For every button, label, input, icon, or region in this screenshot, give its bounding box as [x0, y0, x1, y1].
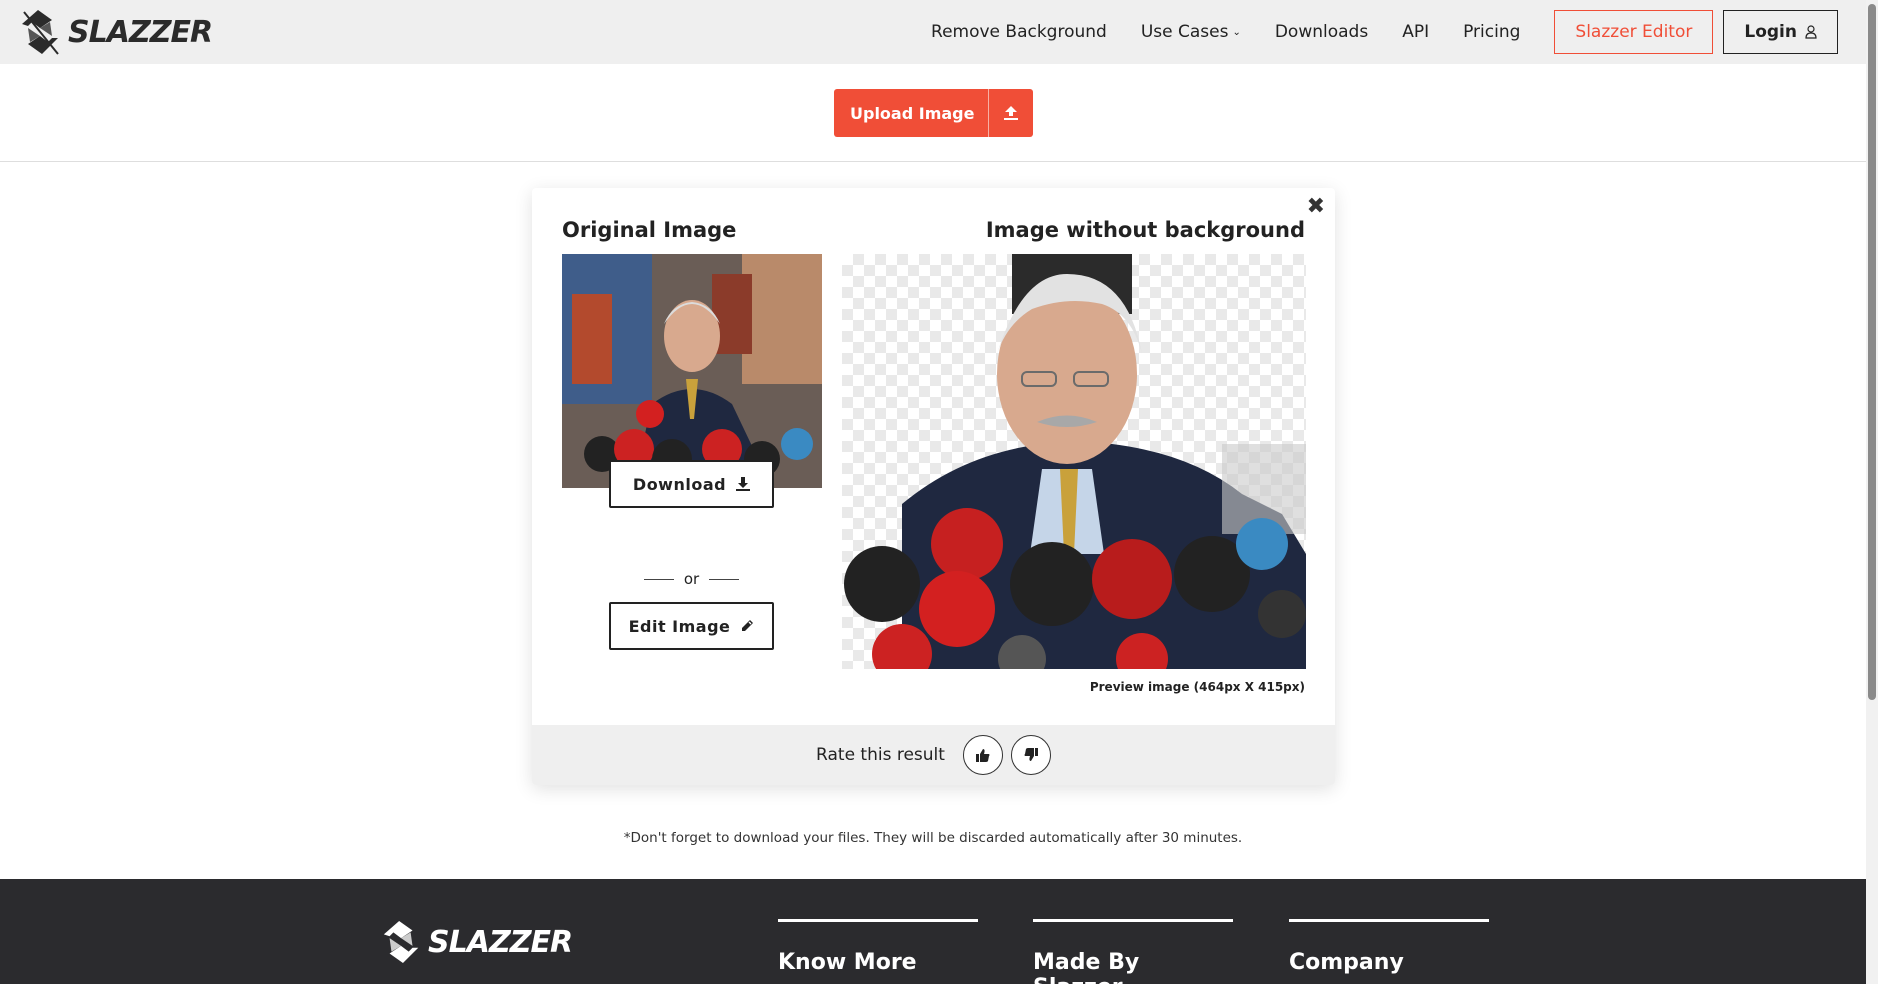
rate-label: Rate this result [816, 745, 945, 765]
result-image-title: Image without background [985, 218, 1305, 242]
slazzer-logo-icon [22, 10, 59, 55]
footer-column-company: Company [1289, 919, 1489, 975]
thumbs-up-icon [975, 749, 990, 762]
slazzer-logo[interactable]: SLAZZER [18, 4, 213, 60]
slazzer-logo-icon [383, 920, 419, 964]
page-scrollbar[interactable] [1866, 0, 1878, 984]
login-button[interactable]: Login [1723, 10, 1838, 54]
login-label: Login [1744, 22, 1797, 42]
upload-icon [989, 105, 1033, 121]
slazzer-editor-button[interactable]: Slazzer Editor [1554, 10, 1714, 54]
nav-remove-background[interactable]: Remove Background [931, 22, 1107, 42]
footer-column-made-by-slazzer: Made By Slazzer [1033, 919, 1233, 984]
footer-logo-text: SLAZZER [428, 924, 573, 960]
top-navbar: SLAZZER Remove Background Use Cases ⌄ Dow… [0, 0, 1866, 64]
thumbs-down-icon [1024, 748, 1038, 761]
nav-downloads[interactable]: Downloads [1275, 22, 1368, 42]
upload-label: Upload Image [850, 103, 975, 123]
scrollbar-thumb[interactable] [1868, 4, 1876, 700]
nav-label: Remove Background [931, 22, 1107, 42]
rating-bar: Rate this result [532, 725, 1335, 785]
original-image [562, 254, 822, 488]
column-title: Know More [778, 950, 917, 975]
separator-line [643, 578, 674, 580]
original-image-title: Original Image [562, 218, 737, 242]
nav-pricing[interactable]: Pricing [1463, 22, 1520, 42]
nav-label: Use Cases [1140, 22, 1229, 42]
preview-dimensions-note: Preview image (464px X 415px) [1089, 680, 1305, 694]
or-separator: or [609, 570, 774, 588]
column-title: Made By Slazzer [1033, 950, 1140, 984]
or-label: or [683, 570, 700, 588]
discard-disclaimer: *Don't forget to download your files. Th… [623, 830, 1243, 846]
main-nav: Remove Background Use Cases ⌄ Downloads A… [897, 0, 1838, 64]
background-removed-image [842, 254, 1306, 669]
separator-line [709, 578, 740, 580]
footer: SLAZZER Know More Made By Slazzer Compan… [0, 879, 1866, 984]
nav-label: Pricing [1463, 22, 1521, 42]
nav-label: Downloads [1274, 22, 1369, 42]
download-icon [736, 477, 751, 491]
footer-column-know-more: Know More [778, 919, 978, 975]
column-divider [778, 919, 978, 922]
pencil-icon [740, 619, 754, 633]
nav-use-cases[interactable]: Use Cases ⌄ [1141, 22, 1241, 42]
column-title: Company [1289, 950, 1404, 975]
nav-label: API [1402, 22, 1430, 42]
download-button[interactable]: Download [609, 460, 774, 508]
user-icon [1805, 25, 1817, 39]
edit-label: Edit Image [628, 616, 731, 636]
chevron-down-icon: ⌄ [1232, 26, 1241, 38]
logo-text: SLAZZER [68, 14, 213, 50]
close-icon[interactable]: ✖ [1307, 194, 1325, 219]
upload-image-button[interactable]: Upload Image [834, 89, 1033, 137]
column-divider [1289, 919, 1489, 922]
column-divider [1033, 919, 1233, 922]
nav-api[interactable]: API [1402, 22, 1429, 42]
download-label: Download [632, 474, 727, 494]
thumbs-down-button[interactable] [1010, 735, 1051, 775]
upload-section: Upload Image [0, 64, 1866, 162]
footer-logo[interactable]: SLAZZER [380, 917, 573, 967]
thumbs-up-button[interactable] [962, 735, 1003, 775]
edit-image-button[interactable]: Edit Image [609, 602, 774, 650]
result-card: ✖ Original Image Image without backgroun… [532, 188, 1335, 785]
